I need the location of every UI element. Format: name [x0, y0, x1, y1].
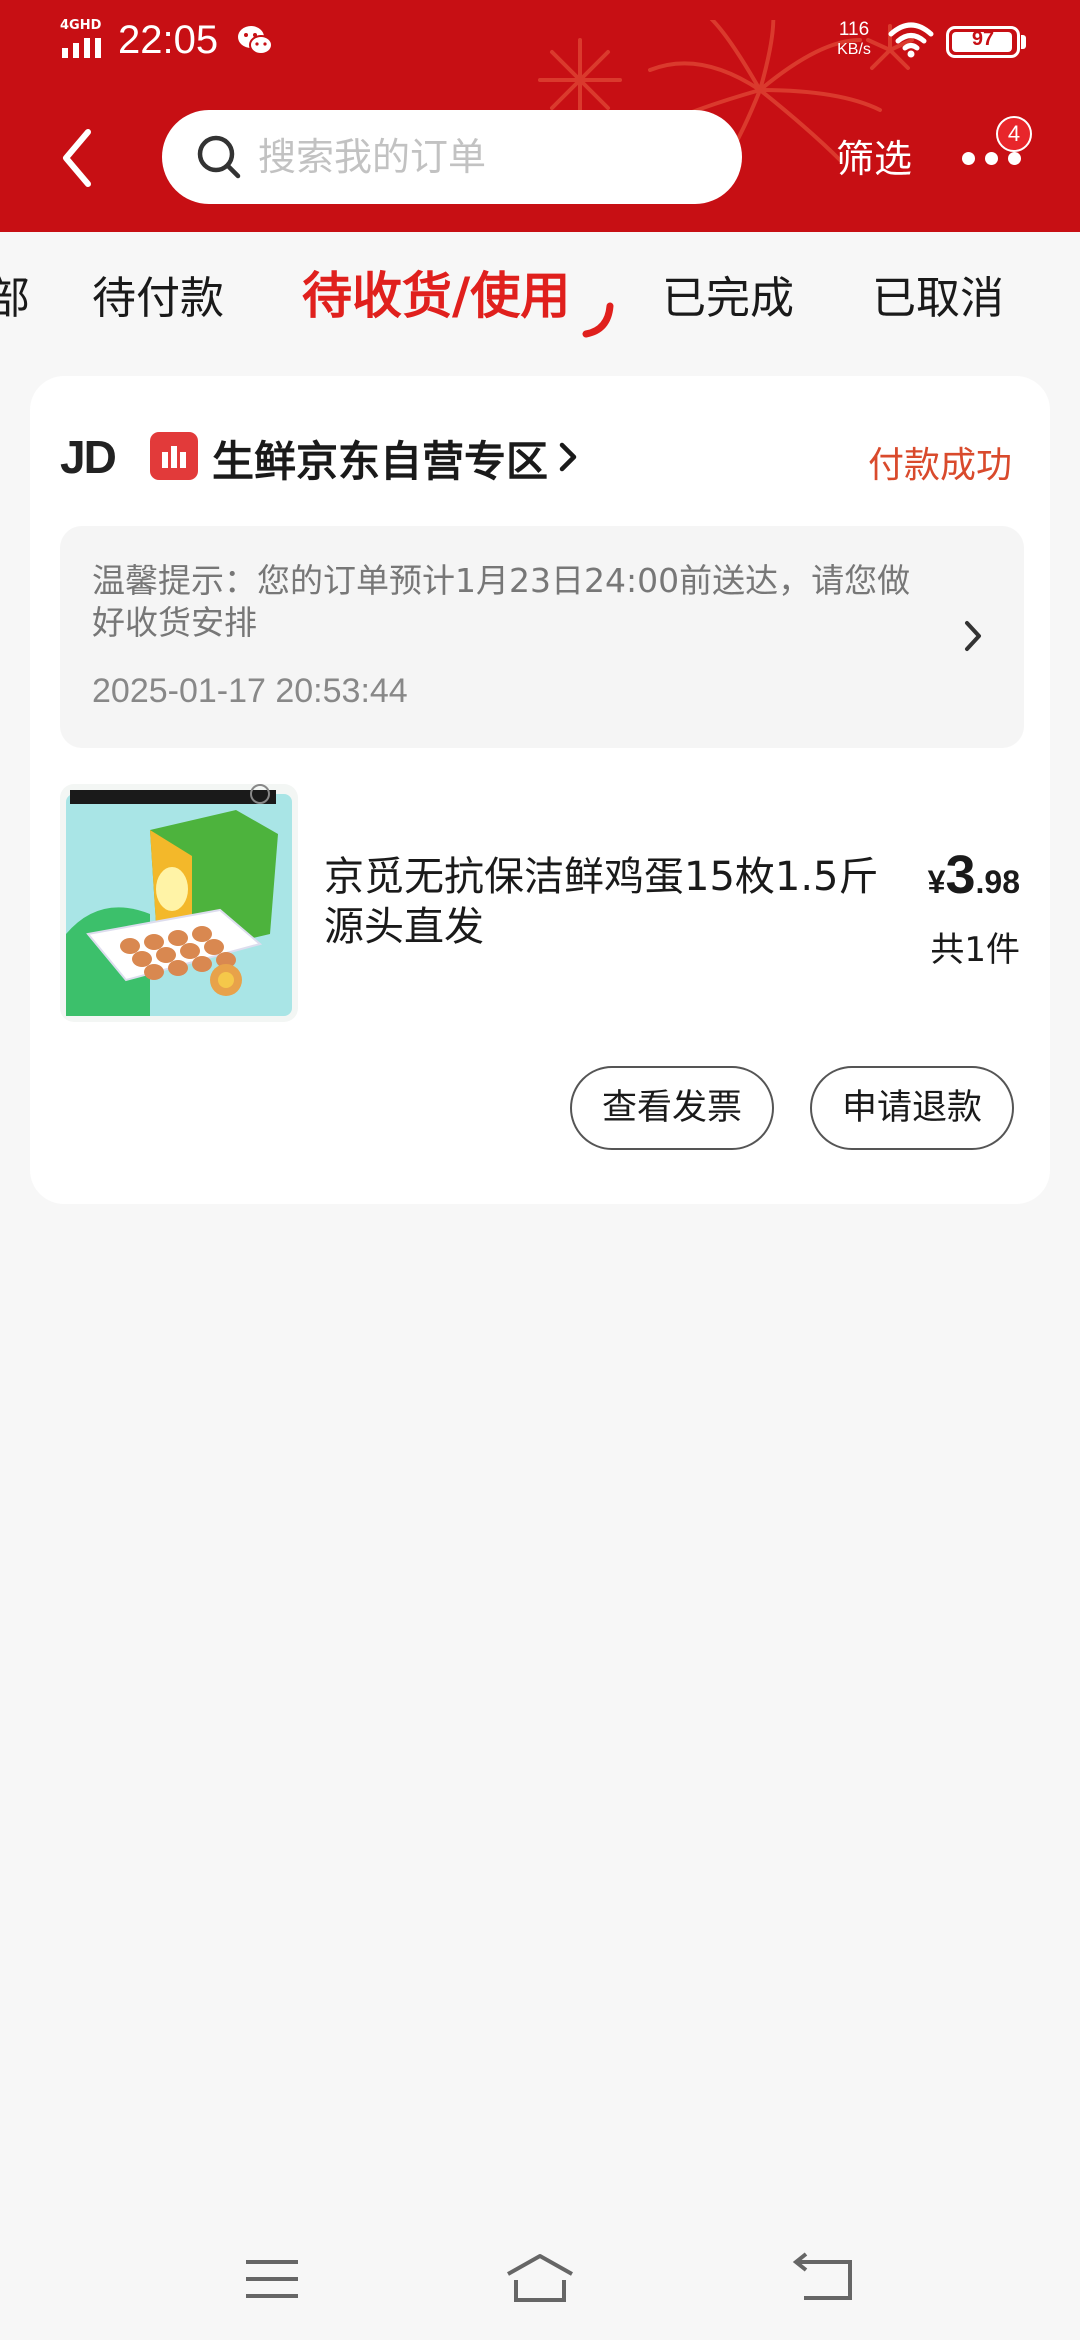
search-box[interactable] — [162, 110, 742, 204]
more-dot — [1008, 152, 1021, 165]
system-nav-bar — [0, 2220, 1080, 2340]
jd-logo: JD — [60, 431, 117, 483]
more-dot — [962, 152, 975, 165]
wechat-icon — [238, 26, 273, 55]
price-integer: 3 — [945, 845, 976, 905]
filter-button[interactable]: 筛选 — [836, 128, 912, 183]
request-refund-button[interactable]: 申请退款 — [810, 1066, 1014, 1150]
tab-cancelled[interactable]: 已取消 — [872, 262, 1004, 326]
price-decimal: .98 — [975, 864, 1020, 900]
battery-icon: 97 — [946, 26, 1020, 58]
order-tabs: 部 待付款 待收货/使用 已完成 已取消 — [0, 232, 1080, 362]
speed-value: 116 — [838, 19, 870, 40]
search-input[interactable] — [258, 110, 718, 204]
speed-unit: KB/s — [837, 41, 871, 58]
chevron-right-icon — [965, 621, 981, 651]
tab-pending-receipt[interactable]: 待收货/使用 — [302, 256, 570, 328]
signal-icon — [62, 38, 101, 58]
delivery-notice[interactable]: 温馨提示：您的订单预计1月23日24:00前送达，请您做好收货安排 2025-0… — [60, 526, 1024, 748]
product-quantity: 共1件 — [930, 930, 1020, 970]
price-currency: ¥ — [927, 864, 946, 900]
menu-icon[interactable] — [232, 2244, 312, 2314]
battery-cap — [1021, 35, 1026, 49]
store-bar-chart-icon — [150, 432, 198, 480]
store-name: 生鲜京东自营专区 — [212, 437, 549, 486]
battery-percent: 97 — [971, 28, 995, 50]
product-image[interactable] — [60, 784, 298, 1022]
order-card[interactable]: JD 生鲜京东自营专区 付款成功 温馨提示：您的订单预计1月23日24:00前送… — [30, 376, 1050, 1204]
notice-text: 温馨提示：您的订单预计1月23日24:00前送达，请您做好收货安排 — [92, 561, 911, 642]
clock: 22:05 — [118, 18, 219, 62]
search-icon — [197, 135, 241, 179]
tab-pending-payment[interactable]: 待付款 — [92, 262, 224, 326]
header: 4GHD 22:05 116 KB/s 97 搜索我的订单 筛选 4 — [0, 0, 1080, 232]
view-invoice-button[interactable]: 查看发票 — [570, 1066, 774, 1150]
back-button[interactable] — [52, 118, 108, 198]
more-dot — [985, 152, 998, 165]
chevron-right-icon — [559, 442, 577, 472]
back-nav-icon[interactable] — [784, 2244, 864, 2314]
message-count-badge: 4 — [996, 116, 1032, 152]
tab-completed[interactable]: 已完成 — [662, 262, 794, 326]
home-icon[interactable] — [500, 2244, 580, 2314]
notice-time: 2025-01-17 20:53:44 — [92, 672, 408, 710]
tab-all[interactable]: 部 — [0, 262, 30, 326]
product-price: ¥3.98 — [928, 844, 1020, 906]
order-status: 付款成功 — [867, 445, 1012, 486]
network-speed: 116 KB/s — [826, 20, 882, 60]
product-title[interactable]: 京觅无抗保洁鲜鸡蛋15枚1.5斤源头直发 — [324, 852, 884, 952]
status-bar: 4GHD 22:05 116 KB/s 97 — [0, 0, 1080, 84]
active-tab-indicator — [582, 302, 614, 338]
wifi-icon — [888, 22, 934, 58]
